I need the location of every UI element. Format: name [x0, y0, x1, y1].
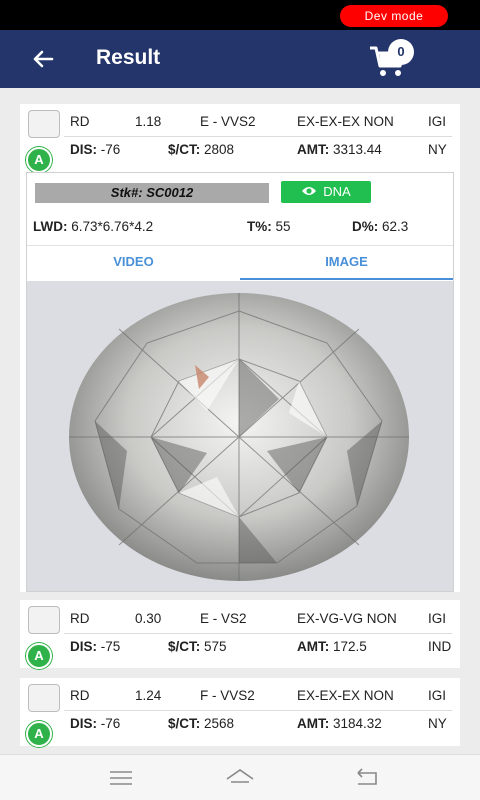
- tab-video[interactable]: VIDEO: [27, 246, 240, 280]
- discount-value: -76: [100, 716, 121, 731]
- price-per-carat-label: $/CT:: [168, 142, 201, 157]
- lab-value: IGI: [428, 611, 447, 626]
- shape-value: RD: [70, 688, 90, 703]
- discount-value: -75: [100, 639, 121, 654]
- price-per-carat-field: $/CT: 2568: [168, 716, 234, 731]
- select-checkbox[interactable]: [28, 684, 60, 712]
- depth-value: 62.3: [382, 219, 409, 234]
- location-value: NY: [428, 716, 447, 731]
- location-value: NY: [428, 142, 447, 157]
- tab-image[interactable]: IMAGE: [240, 246, 453, 280]
- price-per-carat-label: $/CT:: [168, 716, 201, 731]
- result-card[interactable]: RD 1.18 E - VVS2 EX-EX-EX NON IGI A DIS:…: [20, 104, 460, 592]
- carat-value: 1.18: [135, 114, 162, 129]
- location-value: IND: [428, 639, 452, 654]
- price-per-carat-field: $/CT: 2808: [168, 142, 234, 157]
- dev-mode-badge: Dev mode: [340, 5, 448, 27]
- media-tabs: VIDEO IMAGE: [27, 245, 453, 280]
- amount-field: AMT: 172.5: [297, 639, 367, 654]
- lab-badge: A: [26, 721, 52, 747]
- dna-button[interactable]: DNA: [281, 181, 371, 203]
- amount-value: 172.5: [333, 639, 367, 654]
- system-back-button[interactable]: [352, 767, 382, 789]
- diamond-illustration: [69, 293, 409, 581]
- depth-label: D%:: [352, 219, 379, 234]
- color-clarity-value: F - VVS2: [200, 688, 255, 703]
- price-per-carat-field: $/CT: 575: [168, 639, 227, 654]
- table-field: T%: 55: [247, 219, 291, 234]
- amount-label: AMT:: [297, 142, 330, 157]
- discount-label: DIS:: [70, 716, 97, 731]
- detail-panel: Stk#: SC0012 DNA LWD: 6.73*6.76*4.2 T%: …: [26, 172, 454, 592]
- system-nav-bar: [0, 754, 480, 800]
- row-divider: [64, 710, 452, 711]
- price-per-carat-value: 575: [204, 639, 227, 654]
- stock-number: Stk#: SC0012: [35, 183, 269, 203]
- result-card[interactable]: RD 1.24 F - VVS2 EX-EX-EX NON IGI A DIS:…: [20, 678, 460, 747]
- price-per-carat-value: 2568: [204, 716, 235, 731]
- row-divider: [64, 136, 452, 137]
- arrow-left-icon: [33, 50, 54, 68]
- carat-value: 1.24: [135, 688, 162, 703]
- status-bar: Dev mode: [0, 0, 480, 30]
- lwd-value: 6.73*6.76*4.2: [71, 219, 154, 234]
- select-checkbox[interactable]: [28, 110, 60, 138]
- menu-button[interactable]: [106, 767, 136, 789]
- lwd-label: LWD:: [33, 219, 68, 234]
- amount-label: AMT:: [297, 716, 330, 731]
- select-checkbox[interactable]: [28, 606, 60, 634]
- lab-value: IGI: [428, 114, 447, 129]
- carat-value: 0.30: [135, 611, 162, 626]
- price-per-carat-label: $/CT:: [168, 639, 201, 654]
- menu-icon: [110, 771, 132, 785]
- discount-label: DIS:: [70, 142, 97, 157]
- discount-field: DIS: -76: [70, 716, 120, 731]
- shape-value: RD: [70, 611, 90, 626]
- cut-value: EX-EX-EX NON: [297, 114, 394, 129]
- home-button[interactable]: [225, 767, 255, 789]
- table-label: T%:: [247, 219, 272, 234]
- cut-value: EX-EX-EX NON: [297, 688, 394, 703]
- cut-value: EX-VG-VG NON: [297, 611, 397, 626]
- table-value: 55: [275, 219, 291, 234]
- color-clarity-value: E - VVS2: [200, 114, 256, 129]
- discount-field: DIS: -75: [70, 639, 120, 654]
- back-button[interactable]: [28, 44, 58, 74]
- discount-field: DIS: -76: [70, 142, 120, 157]
- discount-label: DIS:: [70, 639, 97, 654]
- color-clarity-value: E - VS2: [200, 611, 247, 626]
- app-bar: Result 0: [0, 30, 480, 88]
- row-divider: [64, 633, 452, 634]
- price-per-carat-value: 2808: [204, 142, 235, 157]
- diamond-image: [27, 281, 453, 591]
- cart-count-badge: 0: [388, 39, 414, 65]
- page-title: Result: [96, 46, 161, 69]
- lwd-field: LWD: 6.73*6.76*4.2: [33, 219, 153, 234]
- depth-field: D%: 62.3: [352, 219, 408, 234]
- home-icon: [226, 769, 254, 783]
- amount-field: AMT: 3313.44: [297, 142, 382, 157]
- amount-value: 3184.32: [333, 716, 382, 731]
- lab-value: IGI: [428, 688, 447, 703]
- amount-field: AMT: 3184.32: [297, 716, 382, 731]
- lab-badge: A: [26, 147, 52, 173]
- amount-label: AMT:: [297, 639, 330, 654]
- back-icon: [357, 768, 377, 785]
- eye-icon: [302, 187, 317, 195]
- discount-value: -76: [100, 142, 121, 157]
- lab-badge: A: [26, 643, 52, 669]
- result-card[interactable]: RD 0.30 E - VS2 EX-VG-VG NON IGI A DIS: …: [20, 600, 460, 669]
- dna-label: DNA: [323, 184, 351, 199]
- shape-value: RD: [70, 114, 90, 129]
- amount-value: 3313.44: [333, 142, 382, 157]
